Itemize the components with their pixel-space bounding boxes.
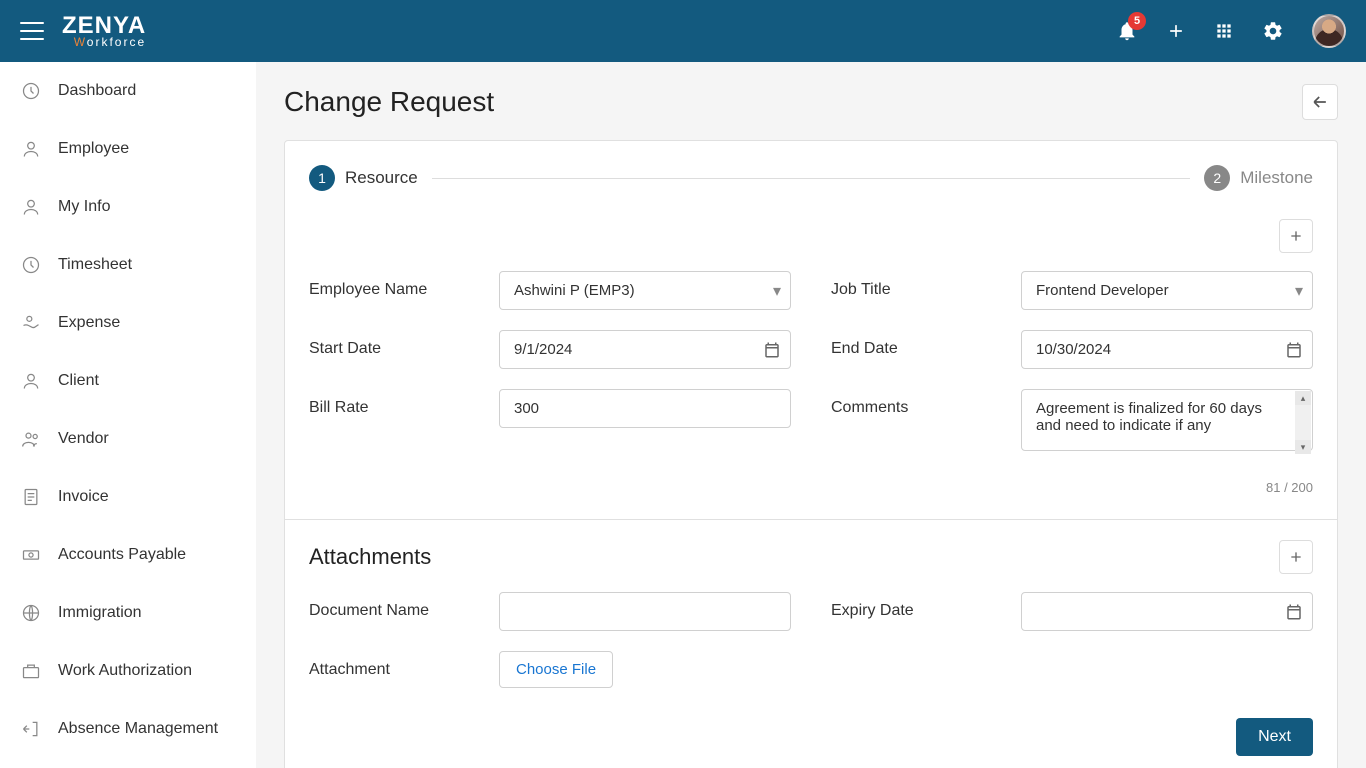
back-button[interactable] [1302, 84, 1338, 120]
sidebar-item-my-info[interactable]: My Info [0, 178, 256, 236]
sidebar-item-label: Dashboard [58, 82, 136, 100]
add-attachment-button[interactable] [1279, 540, 1313, 574]
brand-logo: ZENYA Workforce [62, 13, 146, 49]
sidebar-item-label: Vendor [58, 430, 109, 448]
stepper: 1 Resource 2 Milestone [309, 165, 1313, 191]
sidebar-item-label: Immigration [58, 604, 142, 622]
clock-icon [20, 80, 42, 102]
gear-icon[interactable] [1262, 20, 1284, 42]
choose-file-button[interactable]: Choose File [499, 651, 613, 688]
sidebar-item-employee[interactable]: Employee [0, 120, 256, 178]
people-icon [20, 428, 42, 450]
next-button[interactable]: Next [1236, 718, 1313, 756]
person-icon [20, 196, 42, 218]
form-card: 1 Resource 2 Milestone Employee Name [284, 140, 1338, 768]
job-title-label: Job Title [831, 271, 1001, 299]
topbar: ZENYA Workforce 5 [0, 0, 1366, 62]
sidebar-item-dashboard[interactable]: Dashboard [0, 62, 256, 120]
sidebar: Dashboard Employee My Info Timesheet Exp… [0, 62, 256, 768]
bell-icon[interactable]: 5 [1116, 20, 1138, 42]
sidebar-item-label: Client [58, 372, 99, 390]
job-title-select[interactable]: Frontend Developer [1021, 271, 1313, 310]
briefcase-icon [20, 660, 42, 682]
sidebar-item-label: Invoice [58, 488, 109, 506]
divider [285, 519, 1337, 520]
sidebar-item-label: Absence Management [58, 720, 218, 738]
sidebar-item-absence-management[interactable]: Absence Management [0, 700, 256, 758]
apps-grid-icon[interactable] [1214, 21, 1234, 41]
sidebar-item-vendor[interactable]: Vendor [0, 410, 256, 468]
start-date-input[interactable] [499, 330, 791, 369]
comments-counter: 81 / 200 [309, 480, 1313, 495]
textarea-scrollbar[interactable]: ▴▾ [1295, 391, 1311, 454]
hand-coins-icon [20, 312, 42, 334]
sidebar-item-work-authorization[interactable]: Work Authorization [0, 642, 256, 700]
expiry-date-input[interactable] [1021, 592, 1313, 631]
sidebar-item-label: Employee [58, 140, 129, 158]
sidebar-item-immigration[interactable]: Immigration [0, 584, 256, 642]
globe-icon [20, 602, 42, 624]
end-date-input[interactable] [1021, 330, 1313, 369]
sidebar-item-label: Work Authorization [58, 662, 192, 680]
notification-badge: 5 [1128, 12, 1146, 30]
person-icon [20, 138, 42, 160]
comments-textarea[interactable]: Agreement is finalized for 60 days and n… [1021, 389, 1313, 451]
attachment-label: Attachment [309, 651, 479, 679]
expiry-date-label: Expiry Date [831, 592, 1001, 620]
sidebar-item-client[interactable]: Client [0, 352, 256, 410]
money-icon [20, 544, 42, 566]
employee-name-label: Employee Name [309, 271, 479, 299]
add-resource-button[interactable] [1279, 219, 1313, 253]
bill-rate-label: Bill Rate [309, 389, 479, 417]
plus-icon[interactable] [1166, 21, 1186, 41]
sidebar-item-files[interactable]: Files [0, 758, 256, 768]
person-icon [20, 370, 42, 392]
document-icon [20, 486, 42, 508]
sidebar-item-label: Expense [58, 314, 120, 332]
sidebar-item-accounts-payable[interactable]: Accounts Payable [0, 526, 256, 584]
sidebar-item-label: Timesheet [58, 256, 132, 274]
sidebar-item-label: My Info [58, 198, 110, 216]
user-avatar[interactable] [1312, 14, 1346, 48]
menu-toggle-icon[interactable] [20, 22, 44, 40]
clock-icon [20, 254, 42, 276]
employee-name-select[interactable]: Ashwini P (EMP3) [499, 271, 791, 310]
attachments-title: Attachments [309, 544, 431, 570]
document-name-input[interactable] [499, 592, 791, 631]
sidebar-item-invoice[interactable]: Invoice [0, 468, 256, 526]
bill-rate-input[interactable] [499, 389, 791, 428]
page-title: Change Request [284, 86, 494, 118]
sidebar-item-timesheet[interactable]: Timesheet [0, 236, 256, 294]
sidebar-item-expense[interactable]: Expense [0, 294, 256, 352]
exit-icon [20, 718, 42, 740]
step-milestone[interactable]: 2 Milestone [1204, 165, 1313, 191]
start-date-label: Start Date [309, 330, 479, 358]
sidebar-item-label: Accounts Payable [58, 546, 186, 564]
end-date-label: End Date [831, 330, 1001, 358]
main-content: Change Request 1 Resource 2 Milestone [256, 62, 1366, 768]
step-resource[interactable]: 1 Resource [309, 165, 418, 191]
comments-label: Comments [831, 389, 1001, 417]
document-name-label: Document Name [309, 592, 479, 620]
